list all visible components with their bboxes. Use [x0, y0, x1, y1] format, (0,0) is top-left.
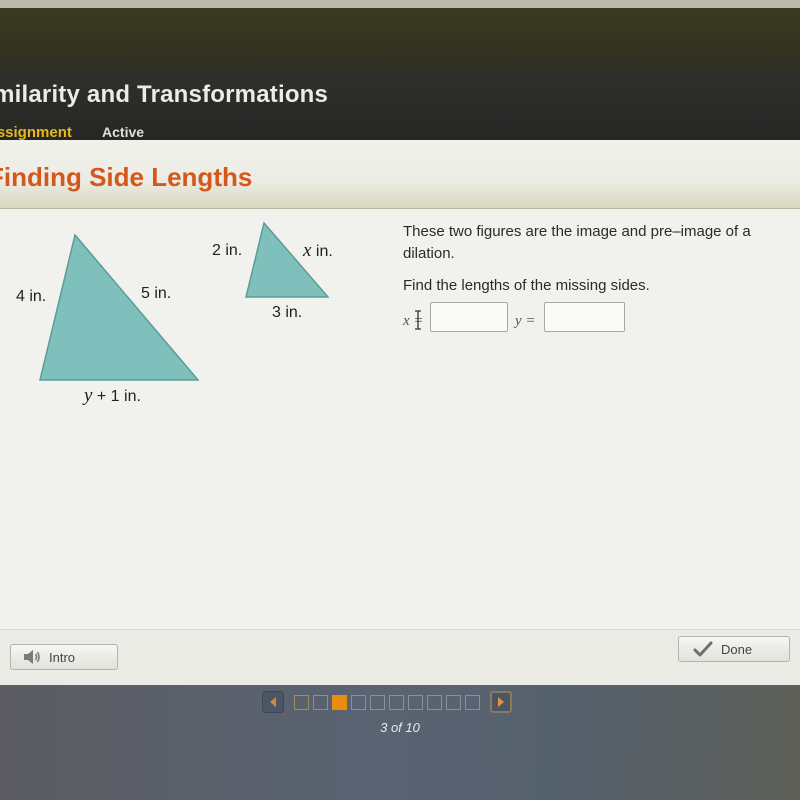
pager — [262, 689, 512, 715]
large-right-side-label: 5 in. — [141, 285, 172, 302]
small-left-side-label: 2 in. — [212, 242, 243, 259]
question-instruction: Find the lengths of the missing sides. — [403, 277, 650, 294]
arrow-right-icon — [498, 697, 504, 707]
status-active: Active — [102, 124, 145, 140]
large-left-side-label: 4 in. — [16, 288, 47, 305]
checkmark-icon — [693, 641, 713, 657]
page-dot-6[interactable] — [389, 694, 404, 710]
page-dot-5[interactable] — [370, 694, 385, 710]
page-dot-3[interactable] — [332, 694, 347, 710]
question-prompt: These two figures are the image and pre–… — [403, 223, 751, 262]
y-answer-input[interactable] — [544, 302, 625, 332]
page-dot-2[interactable] — [313, 694, 328, 710]
done-label: Done — [721, 641, 753, 657]
figures-area: 4 in. 5 in. y + 1 in. 2 in. x in. 3 in. — [0, 209, 390, 429]
lesson-titlebar: Finding Side Lengths — [0, 140, 800, 209]
previous-page-button[interactable] — [262, 691, 284, 713]
course-tabs: Assignment Active — [0, 124, 144, 141]
page-dot-1[interactable] — [294, 694, 309, 710]
lesson-panel: Finding Side Lengths 4 in. 5 in. y + 1 i… — [0, 140, 800, 686]
x-answer-input[interactable] — [430, 302, 508, 332]
question-content: 4 in. 5 in. y + 1 in. 2 in. x in. 3 in. … — [0, 209, 800, 629]
tab-assignment[interactable]: Assignment — [0, 124, 72, 141]
page-dot-10[interactable] — [465, 694, 480, 710]
question-text: These two figures are the image and pre–… — [403, 221, 788, 297]
intro-label: Intro — [49, 649, 76, 665]
lesson-footer: Intro Done — [0, 629, 800, 686]
text-cursor-icon — [415, 310, 421, 330]
intro-button[interactable]: Intro — [10, 644, 118, 670]
course-header: Similarity and Transformations Assignmen… — [0, 8, 800, 141]
screen-top-edge — [0, 0, 800, 8]
page-dot-8[interactable] — [427, 694, 442, 710]
page-dot-9[interactable] — [446, 694, 461, 710]
page-count: 3 of 10 — [380, 720, 420, 735]
page-dot-4[interactable] — [351, 694, 366, 710]
page-dots — [294, 694, 484, 710]
course-title: Similarity and Transformations — [0, 81, 329, 108]
large-bottom-side-label: y + 1 in. — [84, 385, 141, 406]
arrow-left-icon — [270, 697, 276, 707]
page-navigator: 3 of 10 — [0, 685, 800, 800]
done-button[interactable]: Done — [678, 636, 790, 662]
lesson-title: Finding Side Lengths — [0, 162, 253, 192]
small-bottom-side-label: 3 in. — [272, 304, 303, 321]
speaker-icon — [24, 650, 40, 664]
next-page-button[interactable] — [490, 691, 512, 713]
answer-row: x = y = — [403, 302, 800, 336]
large-triangle — [39, 233, 200, 381]
y-answer-label: y = — [515, 313, 536, 329]
small-right-side-label: x in. — [303, 240, 333, 261]
page-dot-7[interactable] — [408, 694, 423, 710]
